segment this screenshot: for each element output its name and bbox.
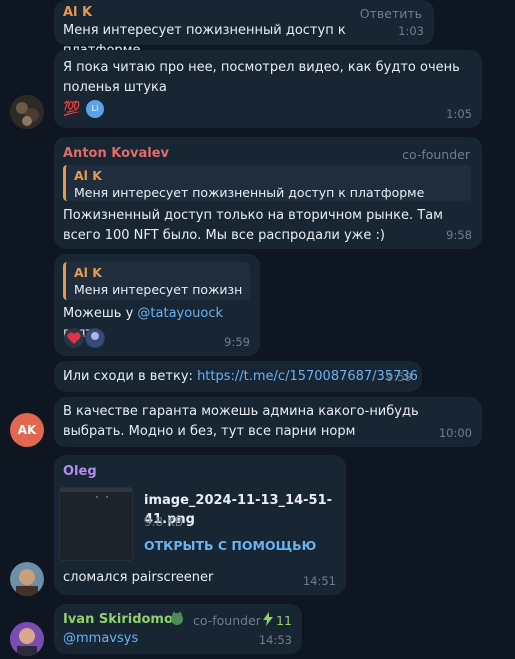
open-with-button[interactable]: ОТКРЫТЬ С ПОМОЩЬЮ	[144, 536, 316, 555]
reply-preview[interactable]: Al K Меня интересует пожизненный доступ …	[63, 165, 471, 201]
reply-sender: Al K	[74, 168, 102, 183]
message-tatayouock[interactable]: Al K Меня интересует пожизн... Можешь у …	[54, 254, 260, 356]
avatar-ak[interactable]: AK	[10, 413, 44, 447]
avatar-photo-icon	[10, 562, 44, 596]
message-thread-link[interactable]: Или сходи в ветку: https://t.me/c/157008…	[54, 361, 422, 392]
message-time: 14:51	[302, 574, 336, 588]
message-time: 14:53	[258, 633, 292, 647]
avatar[interactable]	[10, 95, 44, 129]
sender-role: co-founder	[402, 147, 470, 162]
message-anton[interactable]: Anton Kovalev co-founder Al K Меня интер…	[54, 137, 482, 249]
message-time: 10:00	[438, 426, 472, 440]
avatar-oleg[interactable]	[10, 562, 44, 596]
text-before-link: Или сходи в ветку:	[63, 369, 198, 384]
avatar-ivan[interactable]	[10, 622, 44, 656]
message-text: Я пока читаю про нее, посмотрел видео, к…	[63, 60, 460, 95]
message-time: 1:05	[446, 107, 472, 121]
cat-emoji-icon	[169, 610, 185, 632]
message-oleg[interactable]: Oleg image_2024-11-13_14-51-41.png 9.8 K…	[54, 455, 346, 595]
reply-text: Меня интересует пожизн...	[74, 282, 242, 297]
boost-icon	[262, 612, 274, 632]
image-thumbnail[interactable]	[59, 487, 133, 561]
avatar-photo-icon	[10, 622, 44, 656]
message-time: 9:59	[386, 370, 412, 384]
text-before-mention: Можешь у	[63, 306, 138, 321]
message-text: сломался pairscreener	[63, 570, 214, 585]
message-time: 1:03	[398, 24, 424, 38]
message-time: 9:58	[446, 228, 472, 242]
boost-count: 11	[276, 613, 292, 628]
sender-name[interactable]: Ivan Skiridomov	[63, 611, 181, 629]
sender-name[interactable]: Anton Kovalev	[63, 145, 169, 163]
mention-link[interactable]: @mmavsys	[63, 629, 138, 649]
thread-link[interactable]: https://t.me/c/1570087687/35736	[197, 369, 418, 384]
sender-name[interactable]: Al K	[63, 4, 92, 22]
message-text: В качестве гаранта можешь админа какого-…	[63, 404, 419, 439]
reaction-user-avatar: Li	[86, 100, 104, 118]
message-reading[interactable]: Я пока читаю про нее, посмотрел видео, к…	[54, 50, 482, 128]
reaction-heart-icon[interactable]	[64, 328, 84, 348]
message-guarantor[interactable]: В качестве гаранта можешь админа какого-…	[54, 397, 482, 447]
sender-name[interactable]: Oleg	[63, 463, 97, 481]
file-size: 9.8 KB	[144, 515, 183, 529]
avatar-photo-icon	[10, 95, 44, 129]
reply-text: Меня интересует пожизненный доступ к пла…	[74, 185, 425, 200]
reply-preview[interactable]: Al K Меня интересует пожизн...	[63, 262, 250, 300]
mention-link[interactable]: @tatayouock	[137, 306, 223, 321]
message-text: Пожизненный доступ только на вторичном р…	[63, 208, 443, 243]
reaction-hundred-icon[interactable]: 💯	[63, 100, 80, 118]
reaction-user-avatar	[85, 328, 105, 348]
message-text: Или сходи в ветку: https://t.me/c/157008…	[63, 367, 418, 387]
reply-sender: Al K	[74, 265, 102, 280]
message-time: 9:59	[224, 335, 250, 349]
sender-role: co-founder	[193, 613, 261, 628]
message-al-k[interactable]: Al K Ответить Меня интересует пожизненны…	[54, 0, 434, 58]
message-ivan[interactable]: Ivan Skiridomov co-founder 11 @mmavsys 1…	[54, 604, 302, 654]
